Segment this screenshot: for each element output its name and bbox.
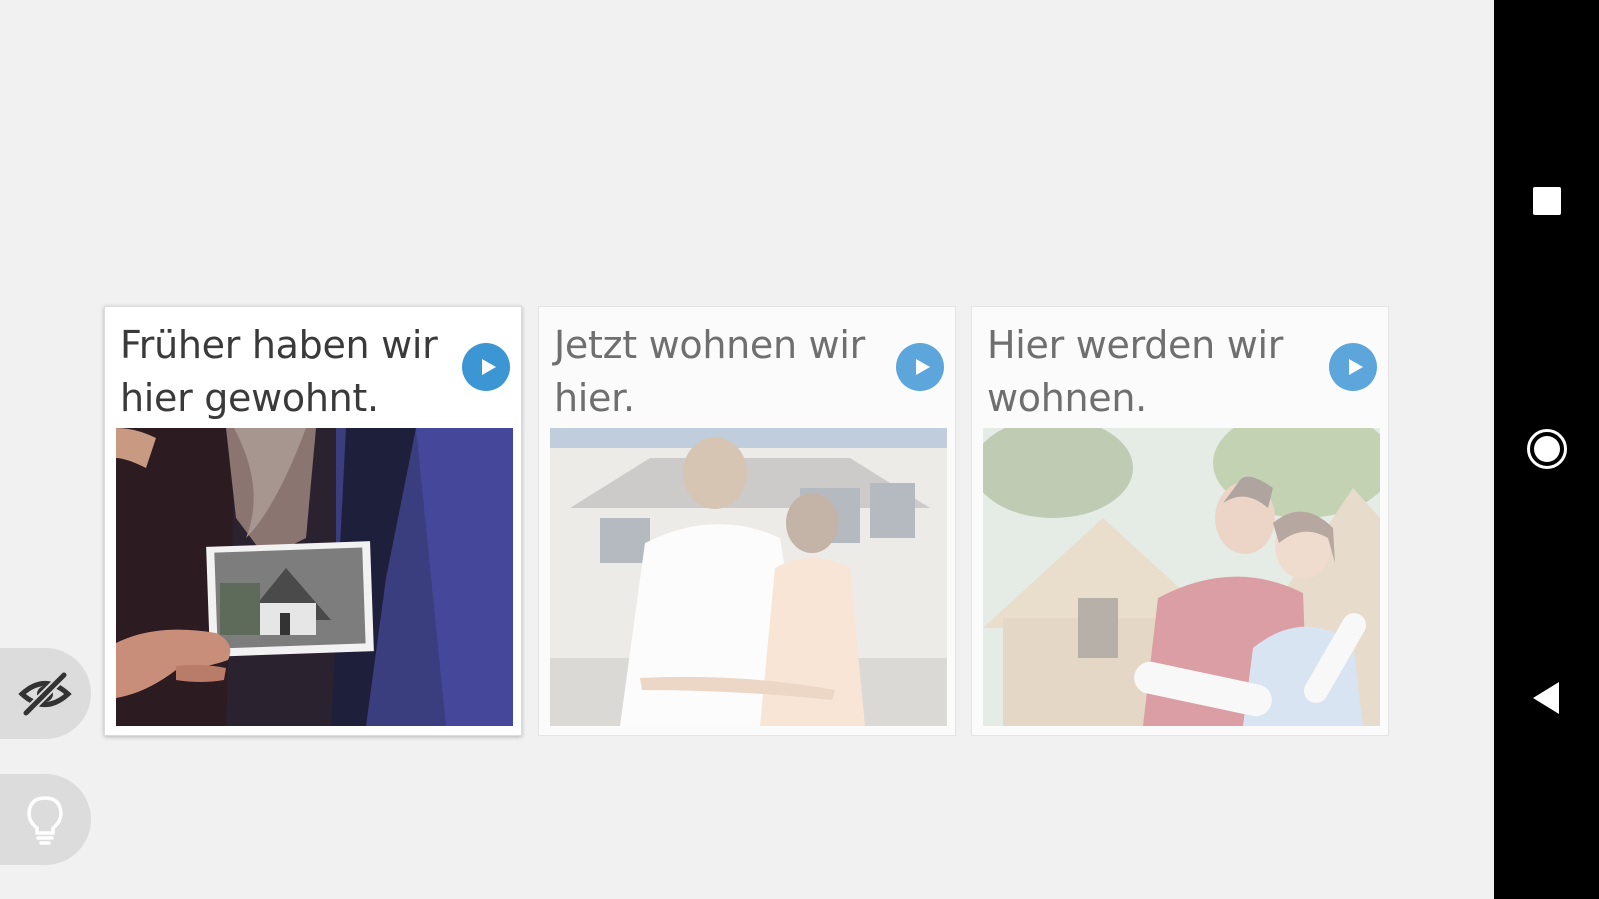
card-title: Hier werden wir wohnen. [987, 323, 1284, 420]
card-image-old-house [116, 428, 513, 726]
play-audio-button[interactable] [462, 343, 510, 391]
lesson-stage: Früher haben wir hier gewohnt. Jetzt woh… [0, 0, 1494, 899]
answer-card-2[interactable]: Jetzt wohnen wir hier. [538, 306, 956, 736]
eye-slash-icon [18, 671, 72, 717]
lightbulb-icon [27, 796, 63, 845]
play-audio-button[interactable] [896, 343, 944, 391]
hint-button[interactable] [0, 774, 91, 865]
play-audio-button[interactable] [1329, 343, 1377, 391]
card-image-couple-house [550, 428, 947, 726]
hide-text-button[interactable] [0, 648, 91, 739]
answer-card-1[interactable]: Früher haben wir hier gewohnt. [104, 306, 522, 736]
recents-icon[interactable] [1525, 179, 1569, 223]
card-title: Jetzt wohnen wir hier. [554, 323, 865, 420]
system-nav-bar [1494, 0, 1599, 899]
home-icon[interactable] [1525, 427, 1569, 471]
card-title: Früher haben wir hier gewohnt. [120, 323, 438, 420]
back-icon[interactable] [1525, 676, 1569, 720]
card-image-couple-plans [983, 428, 1380, 726]
answer-card-3[interactable]: Hier werden wir wohnen. [971, 306, 1389, 736]
